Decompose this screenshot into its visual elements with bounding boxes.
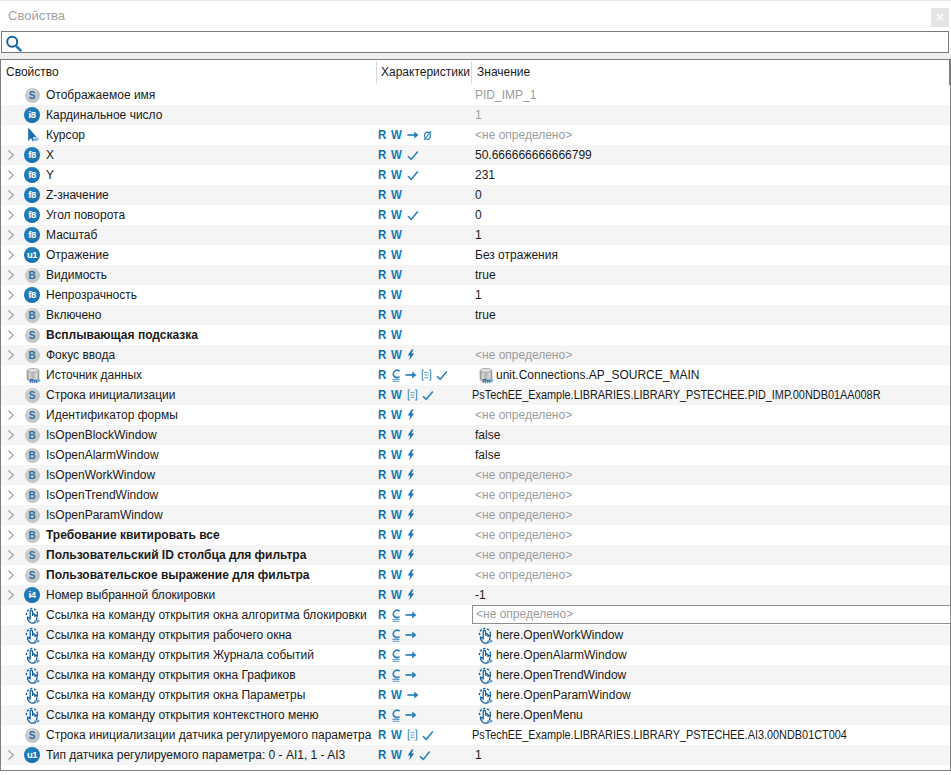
svg-text:Rn: Rn xyxy=(482,378,490,384)
svg-text:Rn: Rn xyxy=(29,378,37,384)
